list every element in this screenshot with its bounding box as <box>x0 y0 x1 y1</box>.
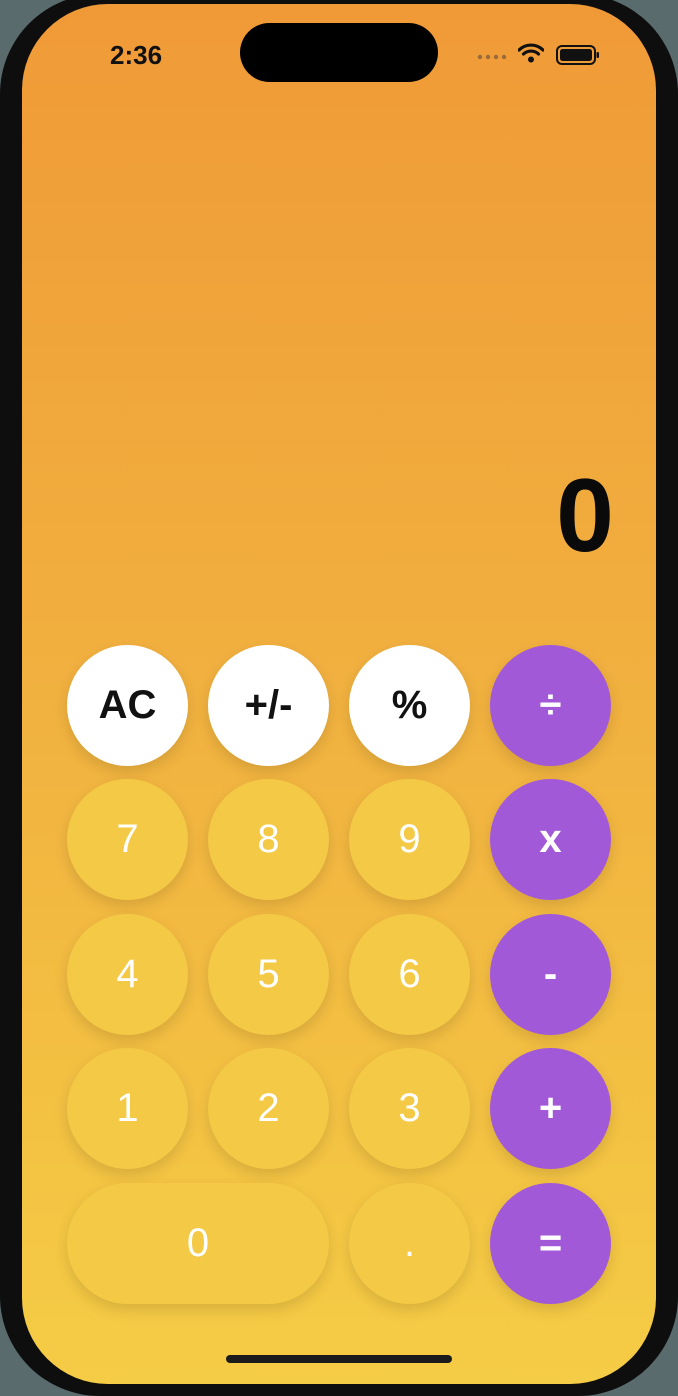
digit-1-button[interactable]: 1 <box>67 1048 188 1169</box>
digit-6-button[interactable]: 6 <box>349 914 470 1035</box>
digit-8-button[interactable]: 8 <box>208 779 329 900</box>
digit-4-button[interactable]: 4 <box>67 914 188 1035</box>
divide-button[interactable]: ÷ <box>490 645 611 766</box>
cellular-signal-icon <box>477 54 507 60</box>
subtract-button[interactable]: - <box>490 914 611 1035</box>
home-indicator[interactable] <box>226 1355 452 1363</box>
percent-button[interactable]: % <box>349 645 470 766</box>
add-button[interactable]: + <box>490 1048 611 1169</box>
wifi-icon <box>518 43 544 63</box>
all-clear-button[interactable]: AC <box>67 645 188 766</box>
multiply-button[interactable]: x <box>490 779 611 900</box>
digit-5-button[interactable]: 5 <box>208 914 329 1035</box>
result-display: 0 <box>556 458 614 574</box>
digit-3-button[interactable]: 3 <box>349 1048 470 1169</box>
equals-button[interactable]: = <box>490 1183 611 1304</box>
digit-9-button[interactable]: 9 <box>349 779 470 900</box>
dynamic-island <box>240 23 438 82</box>
toggle-sign-button[interactable]: +/- <box>208 645 329 766</box>
digit-0-button[interactable]: 0 <box>67 1183 329 1304</box>
digit-2-button[interactable]: 2 <box>208 1048 329 1169</box>
digit-7-button[interactable]: 7 <box>67 779 188 900</box>
battery-icon <box>556 45 599 65</box>
decimal-button[interactable]: . <box>349 1183 470 1304</box>
app-screen: 2:36 0 AC +/- % ÷ 7 8 9 x 4 5 6 - 1 2 3 … <box>22 4 656 1384</box>
status-time: 2:36 <box>110 40 163 70</box>
